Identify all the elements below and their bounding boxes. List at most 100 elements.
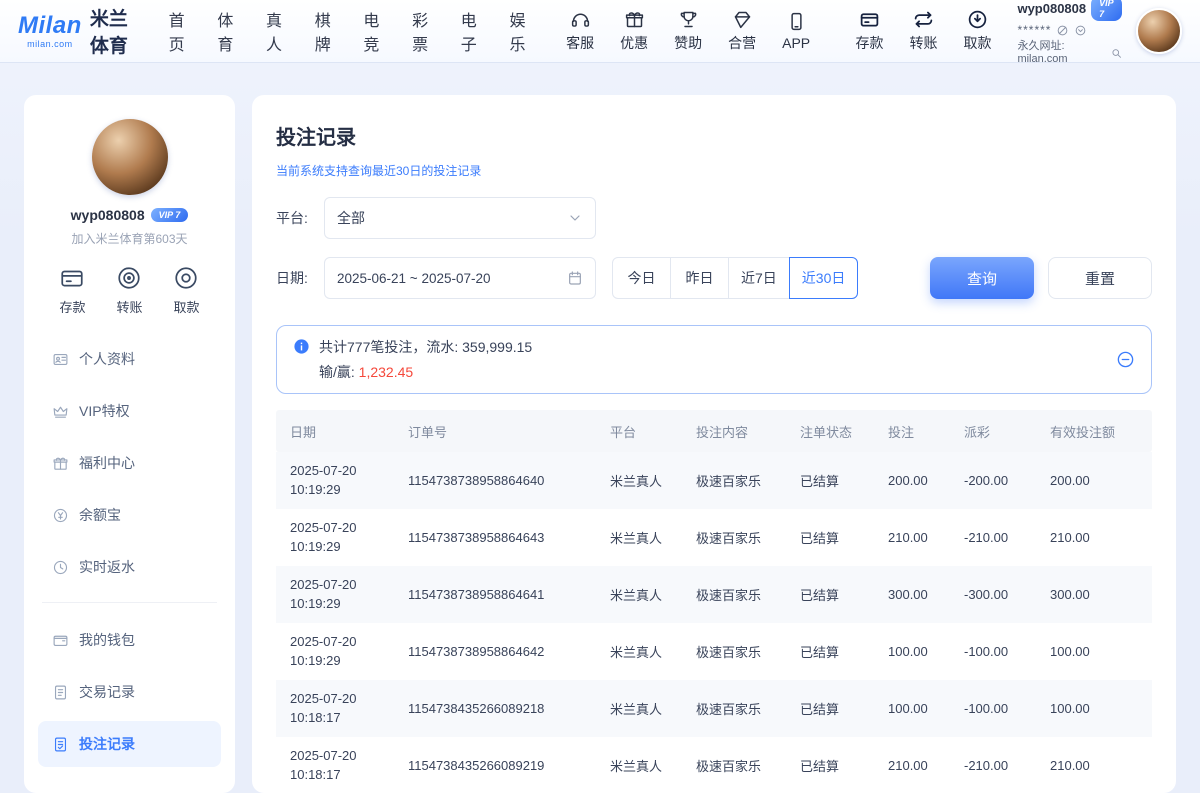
cell-platform: 米兰真人 [610, 642, 696, 661]
header-action-transfer[interactable]: 转账 [903, 9, 943, 53]
table-row: 2025-07-2010:19:29 1154738738958864640 米… [276, 452, 1152, 509]
header-action-label: 合营 [728, 33, 756, 53]
bet-records-panel: 投注记录 当前系统支持查询最近30日的投注记录 平台: 全部 日期: 2025-… [252, 95, 1176, 793]
username: wyp080808 [1017, 1, 1086, 17]
sidebar-item-yuebao[interactable]: 余额宝 [38, 492, 221, 538]
quick-withdraw[interactable]: 取款 [173, 265, 199, 316]
gift-icon [624, 9, 645, 30]
magnifier-icon[interactable] [1111, 47, 1122, 60]
cell-payout: -200.00 [964, 473, 1050, 488]
sidebar-avatar[interactable] [92, 119, 168, 195]
col-date: 日期 [290, 422, 408, 441]
header-action-partner[interactable]: 合营 [722, 9, 762, 53]
header-action-label: 客服 [566, 33, 594, 53]
cell-payout: -210.00 [964, 530, 1050, 545]
header-action-label: 取款 [963, 33, 991, 53]
date-filter-row: 日期: 2025-06-21 ~ 2025-07-20 今日 昨日 近7日 近3… [276, 257, 1152, 299]
header-action-app[interactable]: APP [776, 11, 816, 51]
filter-30days-button[interactable]: 近30日 [789, 257, 859, 299]
header-action-service[interactable]: 客服 [560, 9, 600, 53]
header-action-withdraw[interactable]: 取款 [957, 9, 997, 53]
quick-deposit[interactable]: 存款 [59, 265, 85, 316]
cell-status: 已结算 [800, 642, 888, 661]
cell-platform: 米兰真人 [610, 528, 696, 547]
table-row: 2025-07-2010:19:29 1154738738958864642 米… [276, 623, 1152, 680]
cell-status: 已结算 [800, 471, 888, 490]
sidebar-item-label: 个人资料 [79, 349, 135, 369]
bet-records-icon [52, 736, 69, 753]
col-order: 订单号 [408, 422, 610, 441]
filter-yesterday-button[interactable]: 昨日 [670, 257, 729, 299]
cell-order: 1154738435266089218 [408, 701, 610, 716]
platform-select[interactable]: 全部 [324, 197, 596, 239]
winloss-label: 输/赢: [319, 364, 359, 380]
cell-valid: 300.00 [1050, 587, 1144, 602]
cell-valid: 200.00 [1050, 473, 1144, 488]
cell-bet: 210.00 [888, 758, 964, 773]
quick-transfer[interactable]: 转账 [116, 265, 142, 316]
filter-today-button[interactable]: 今日 [612, 257, 671, 299]
sidebar-username: wyp080808 [71, 207, 145, 223]
cell-status: 已结算 [800, 699, 888, 718]
cell-bet: 300.00 [888, 587, 964, 602]
reset-button[interactable]: 重置 [1048, 257, 1152, 299]
bet-records-table: 日期 订单号 平台 投注内容 注单状态 投注 派彩 有效投注额 2025-07-… [276, 410, 1152, 793]
sidebar-item-label: 交易记录 [79, 682, 135, 702]
cell-order: 1154738738958864642 [408, 644, 610, 659]
sidebar-item-rebate[interactable]: 实时返水 [38, 544, 221, 590]
cell-order: 1154738435266089219 [408, 758, 610, 773]
nav-item-esports[interactable]: 电竞 [363, 7, 386, 55]
sidebar-item-label: VIP特权 [79, 401, 130, 421]
sidebar-item-bet-records[interactable]: 投注记录 [38, 721, 221, 767]
eye-off-icon[interactable] [1056, 24, 1069, 37]
cell-bet: 210.00 [888, 530, 964, 545]
sidebar-item-label: 投注记录 [79, 734, 135, 754]
cell-payout: -100.00 [964, 644, 1050, 659]
cell-content: 极速百家乐 [696, 585, 800, 604]
cell-valid: 100.00 [1050, 644, 1144, 659]
header-action-sponsor[interactable]: 赞助 [668, 9, 708, 53]
nav-item-chess[interactable]: 棋牌 [315, 7, 338, 55]
collapse-banner-icon[interactable] [1116, 350, 1135, 369]
nav-item-lottery[interactable]: 彩票 [412, 7, 435, 55]
sidebar-item-vip[interactable]: VIP特权 [38, 388, 221, 434]
deposit-card-icon [859, 9, 880, 30]
avatar[interactable] [1136, 8, 1182, 54]
nav-item-entertainment[interactable]: 娱乐 [509, 7, 532, 55]
chevron-circle-icon[interactable] [1074, 24, 1087, 37]
sidebar-item-wallet[interactable]: 我的钱包 [38, 617, 221, 663]
cell-status: 已结算 [800, 585, 888, 604]
platform-label: 平台: [276, 208, 324, 228]
sidebar-item-label: 余额宝 [79, 505, 121, 525]
nav-item-slots[interactable]: 电子 [461, 7, 484, 55]
col-payout: 派彩 [964, 422, 1050, 441]
date-range-input[interactable]: 2025-06-21 ~ 2025-07-20 [324, 257, 596, 299]
winloss-value: 1,232.45 [359, 364, 414, 380]
query-button[interactable]: 查询 [930, 257, 1034, 299]
sidebar-item-label: 福利中心 [79, 453, 135, 473]
sidebar-item-profile[interactable]: 个人资料 [38, 336, 221, 382]
cell-valid: 210.00 [1050, 758, 1144, 773]
header-action-deposit[interactable]: 存款 [849, 9, 889, 53]
nav-item-live[interactable]: 真人 [266, 7, 289, 55]
header-action-label: APP [782, 35, 810, 51]
deposit-card-icon [59, 265, 85, 291]
filter-7days-button[interactable]: 近7日 [728, 257, 790, 299]
cell-bet: 100.00 [888, 701, 964, 716]
nav-item-sports[interactable]: 体育 [217, 7, 240, 55]
date-label: 日期: [276, 268, 324, 288]
cell-content: 极速百家乐 [696, 699, 800, 718]
sidebar-item-transactions[interactable]: 交易记录 [38, 669, 221, 715]
header-right: 客服 优惠 赞助 合营 APP 存款 转账 取款 [560, 0, 1182, 66]
quick-action-label: 转账 [116, 297, 142, 316]
cell-platform: 米兰真人 [610, 471, 696, 490]
transfer-target-icon [116, 265, 142, 291]
nav-item-home[interactable]: 首页 [169, 7, 192, 55]
sidebar-item-welfare[interactable]: 福利中心 [38, 440, 221, 486]
page-subtitle: 当前系统支持查询最近30日的投注记录 [276, 162, 1152, 179]
logo[interactable]: Milan milan.com 米兰体育 [18, 4, 141, 58]
header-action-promo[interactable]: 优惠 [614, 9, 654, 53]
headset-icon [570, 9, 591, 30]
withdraw-circle-icon [173, 265, 199, 291]
document-icon [52, 684, 69, 701]
